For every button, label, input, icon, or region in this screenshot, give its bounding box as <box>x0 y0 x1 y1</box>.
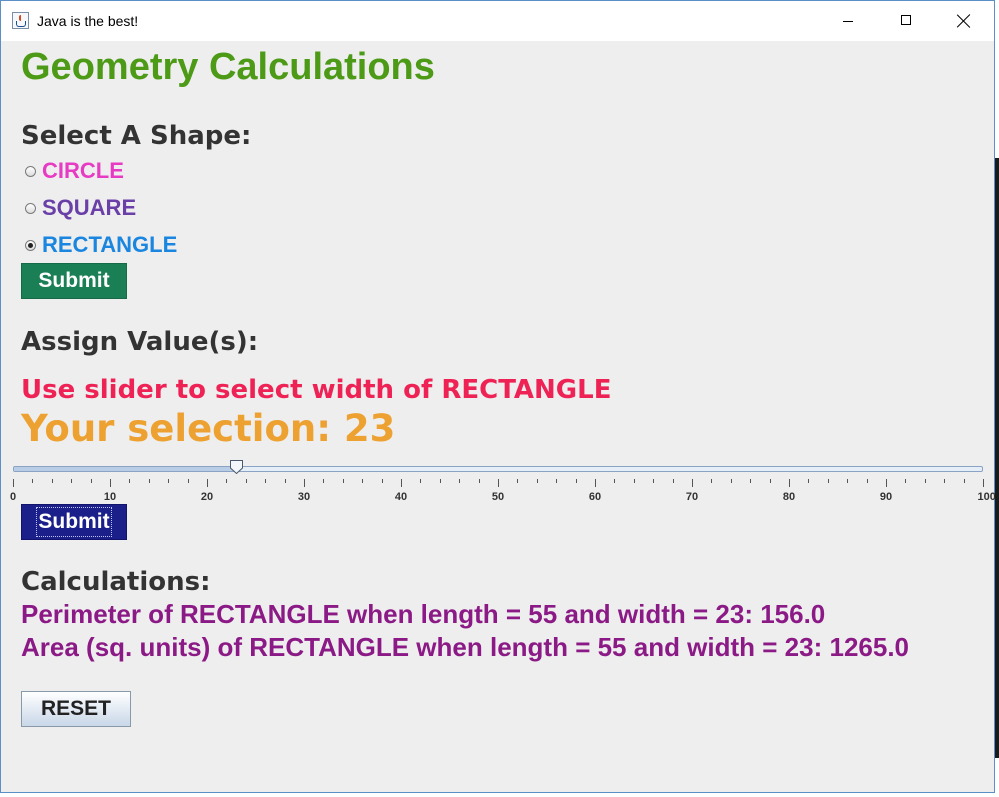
width-submit-button[interactable]: Submit <box>21 504 127 540</box>
slider-fill <box>14 467 238 471</box>
minor-tick <box>226 479 228 483</box>
tick-label: 60 <box>588 491 602 503</box>
minor-tick <box>381 479 383 483</box>
minimize-icon <box>843 21 853 22</box>
tick-label: 10 <box>103 491 117 503</box>
minor-tick <box>265 479 267 483</box>
minor-tick <box>769 479 771 483</box>
calculations-label: Calculations: <box>21 567 211 597</box>
minor-tick <box>556 479 558 483</box>
window-title: Java is the best! <box>37 13 139 29</box>
minimize-button[interactable] <box>819 1 877 41</box>
major-tick <box>983 479 984 487</box>
minor-tick <box>342 479 344 483</box>
minor-tick <box>362 479 364 483</box>
minor-tick <box>245 479 247 483</box>
background-window-edge <box>995 0 999 797</box>
title-bar: Java is the best! <box>1 1 994 41</box>
major-tick <box>498 479 499 487</box>
width-submit-label[interactable]: Submit <box>36 507 112 537</box>
minor-tick <box>924 479 926 483</box>
minor-tick <box>944 479 946 483</box>
minor-tick <box>750 479 752 483</box>
tick-label: 50 <box>491 491 505 503</box>
reset-button[interactable]: RESET <box>21 691 131 727</box>
slider-thumb[interactable] <box>229 460 243 474</box>
minor-tick <box>478 479 480 483</box>
slider-ticks <box>13 479 984 489</box>
radio-rectangle-button[interactable] <box>25 239 36 251</box>
minor-tick <box>439 479 441 483</box>
major-tick <box>207 479 208 487</box>
minor-tick <box>187 479 189 483</box>
minor-tick <box>730 479 732 483</box>
radio-square[interactable]: SQUARE <box>25 195 136 221</box>
major-tick <box>13 479 14 487</box>
radio-square-label[interactable]: SQUARE <box>42 195 136 221</box>
minor-tick <box>866 479 868 483</box>
minor-tick <box>808 479 810 483</box>
tick-label: 30 <box>297 491 311 503</box>
minor-tick <box>323 479 325 483</box>
minor-tick <box>575 479 577 483</box>
maximize-button[interactable] <box>877 1 935 41</box>
slider-instruction: Use slider to select width of RECTANGLE <box>21 375 612 405</box>
minor-tick <box>653 479 655 483</box>
radio-square-button[interactable] <box>25 202 36 214</box>
minor-tick <box>90 479 92 483</box>
minor-tick <box>827 479 829 483</box>
minor-tick <box>32 479 34 483</box>
minor-tick <box>517 479 519 483</box>
perimeter-result: Perimeter of RECTANGLE when length = 55 … <box>21 599 826 629</box>
radio-circle-button[interactable] <box>25 165 36 177</box>
major-tick <box>789 479 790 487</box>
major-tick <box>886 479 887 487</box>
minor-tick <box>420 479 422 483</box>
minor-tick <box>71 479 73 483</box>
major-tick <box>595 479 596 487</box>
minor-tick <box>168 479 170 483</box>
width-slider[interactable] <box>13 466 983 472</box>
major-tick <box>401 479 402 487</box>
page-title: Geometry Calculations <box>21 46 435 88</box>
tick-label: 40 <box>394 491 408 503</box>
tick-label: 80 <box>782 491 796 503</box>
minor-tick <box>51 479 53 483</box>
major-tick <box>692 479 693 487</box>
major-tick <box>110 479 111 487</box>
minor-tick <box>459 479 461 483</box>
area-result: Area (sq. units) of RECTANGLE when lengt… <box>21 632 910 662</box>
major-tick <box>304 479 305 487</box>
minor-tick <box>633 479 635 483</box>
tick-label: 70 <box>685 491 699 503</box>
minor-tick <box>614 479 616 483</box>
radio-rectangle-label[interactable]: RECTANGLE <box>42 232 177 258</box>
shape-submit-button[interactable]: Submit <box>21 263 127 299</box>
minor-tick <box>963 479 965 483</box>
minor-tick <box>129 479 131 483</box>
assign-values-label: Assign Value(s): <box>21 327 259 357</box>
radio-rectangle[interactable]: RECTANGLE <box>25 232 177 258</box>
tick-label: 0 <box>9 491 17 503</box>
radio-circle[interactable]: CIRCLE <box>25 158 124 184</box>
close-button[interactable] <box>935 1 993 41</box>
minor-tick <box>711 479 713 483</box>
close-icon <box>957 14 971 28</box>
selection-readout: Your selection: 23 <box>21 407 396 450</box>
minor-tick <box>847 479 849 483</box>
maximize-icon <box>901 15 911 25</box>
tick-label: 100 <box>977 491 996 503</box>
tick-label: 20 <box>200 491 214 503</box>
radio-circle-label[interactable]: CIRCLE <box>42 158 124 184</box>
app-window: Java is the best! Geometry Calculations … <box>0 0 996 793</box>
minor-tick <box>905 479 907 483</box>
minor-tick <box>536 479 538 483</box>
minor-tick <box>672 479 674 483</box>
tick-label: 90 <box>879 491 893 503</box>
minor-tick <box>284 479 286 483</box>
java-icon <box>12 12 29 29</box>
select-shape-label: Select A Shape: <box>21 121 252 151</box>
minor-tick <box>148 479 150 483</box>
